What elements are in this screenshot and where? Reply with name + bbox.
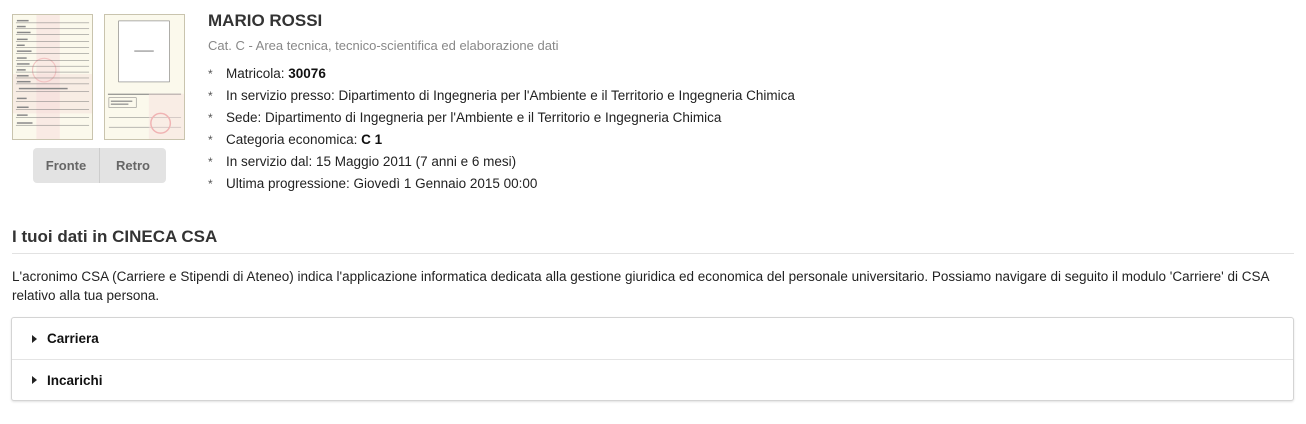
detail-categoria-economica: * Categoria economica: C 1 bbox=[208, 129, 1288, 151]
bullet-icon: * bbox=[208, 111, 213, 125]
accordion-item-carriera[interactable]: Carriera bbox=[12, 318, 1293, 359]
bullet-icon: * bbox=[208, 133, 213, 147]
detail-label: Categoria economica: bbox=[226, 132, 362, 147]
detail-matricola: * Matricola: 30076 bbox=[208, 63, 1288, 85]
detail-in-servizio-presso: * In servizio presso: Dipartimento di Ing… bbox=[208, 85, 1288, 107]
employee-category: Cat. C - Area tecnica, tecnico-scientifi… bbox=[208, 38, 559, 53]
employee-name: MARIO ROSSI bbox=[208, 11, 323, 30]
csa-accordion: Carriera Incarichi bbox=[11, 317, 1294, 401]
profile-panel: Fronte Retro MARIO ROSSI Cat. C - Area t… bbox=[0, 0, 1306, 205]
section-title: I tuoi dati in CINECA CSA bbox=[12, 227, 1294, 254]
bullet-icon: * bbox=[208, 155, 213, 169]
back-button[interactable]: Retro bbox=[99, 148, 166, 183]
caret-right-icon bbox=[32, 376, 37, 384]
id-card-front-image bbox=[12, 14, 93, 140]
detail-sede: * Sede: Dipartimento di Ingegneria per l'… bbox=[208, 107, 1288, 129]
profile-info: MARIO ROSSI Cat. C - Area tecnica, tecni… bbox=[208, 10, 1288, 195]
detail-value: C 1 bbox=[361, 132, 383, 147]
detail-ultima-progressione: * Ultima progressione: Giovedì 1 Gennaio … bbox=[208, 173, 1288, 195]
detail-value: 30076 bbox=[288, 66, 326, 81]
bullet-icon: * bbox=[208, 67, 213, 81]
detail-label: In servizio presso: Dipartimento di Inge… bbox=[226, 88, 795, 103]
caret-right-icon bbox=[32, 334, 37, 343]
detail-label: Matricola: bbox=[226, 66, 289, 81]
id-card-back-image bbox=[104, 14, 185, 140]
bullet-icon: * bbox=[208, 89, 213, 103]
id-card-images bbox=[12, 14, 187, 140]
accordion-item-incarichi[interactable]: Incarichi bbox=[12, 359, 1293, 400]
card-side-toggle: Fronte Retro bbox=[33, 148, 166, 183]
accordion-item-label: Carriera bbox=[47, 331, 99, 346]
section-description: L'acronimo CSA (Carriere e Stipendi di A… bbox=[12, 269, 1269, 303]
accordion-item-label: Incarichi bbox=[47, 372, 103, 388]
detail-label: In servizio dal: 15 Maggio 2011 (7 anni … bbox=[226, 154, 517, 169]
detail-label: Sede: Dipartimento di Ingegneria per l'A… bbox=[226, 110, 722, 125]
front-button[interactable]: Fronte bbox=[33, 148, 99, 183]
detail-in-servizio-dal: * In servizio dal: 15 Maggio 2011 (7 anni… bbox=[208, 151, 1288, 173]
employee-details-list: * Matricola: 30076 * In servizio presso: D… bbox=[208, 63, 1288, 195]
bullet-icon: * bbox=[208, 177, 213, 191]
detail-label: Ultima progressione: Giovedì 1 Gennaio 2… bbox=[226, 176, 538, 191]
